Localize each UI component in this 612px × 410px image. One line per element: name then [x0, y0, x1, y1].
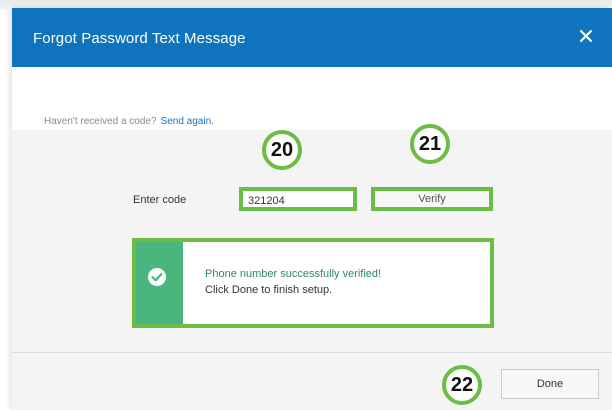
dialog-header: Forgot Password Text Message: [12, 8, 612, 67]
done-button[interactable]: Done: [501, 369, 599, 399]
success-title: Phone number successfully verified!: [205, 268, 382, 280]
annotation-badge-22: 22: [442, 365, 482, 405]
resend-prompt: Haven't received a code? Send again.: [44, 116, 214, 127]
code-input[interactable]: 321204: [239, 187, 357, 211]
send-again-link[interactable]: Send again.: [161, 116, 214, 127]
success-message: Phone number successfully verified! Clic…: [132, 238, 494, 328]
annotation-badge-20: 20: [262, 130, 302, 170]
resend-row: Haven't received a code? Send again.: [12, 67, 612, 131]
annotation-badge-21: 21: [410, 124, 450, 164]
verification-body: 20 21 Enter code 321204 Verify Phone num…: [12, 124, 612, 352]
dialog-title: Forgot Password Text Message: [33, 30, 246, 47]
success-instruction: Click Done to finish setup.: [205, 284, 333, 296]
code-input-value: 321204: [248, 195, 285, 207]
close-button[interactable]: [576, 26, 596, 46]
success-strip: [136, 242, 183, 324]
verify-button[interactable]: Verify: [371, 187, 493, 211]
resend-prompt-text: Haven't received a code?: [44, 116, 157, 127]
dialog-footer: 22 Done: [12, 352, 612, 410]
enter-code-label: Enter code: [133, 194, 187, 206]
forgot-password-dialog: Forgot Password Text Message Haven't rec…: [12, 8, 612, 410]
check-circle-icon: [148, 268, 166, 286]
close-icon: [579, 29, 593, 43]
